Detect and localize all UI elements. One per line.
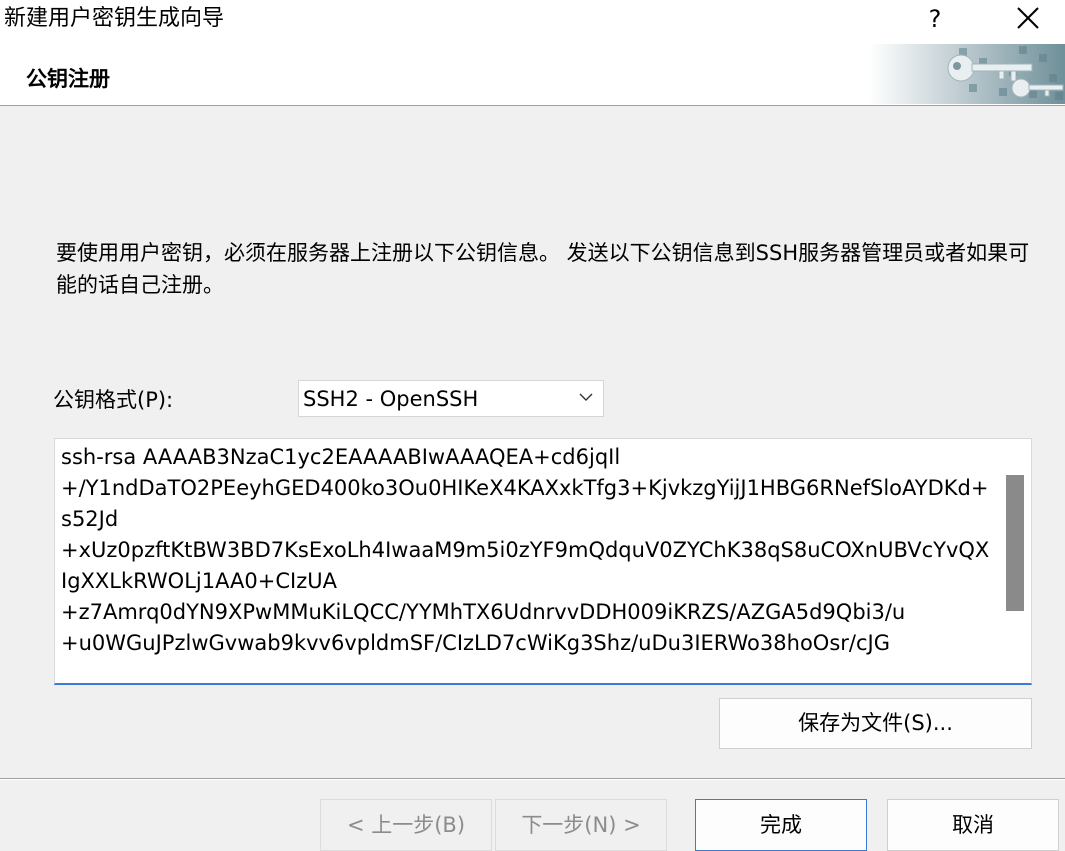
close-button[interactable]: [1004, 0, 1052, 38]
public-key-textarea[interactable]: ssh-rsa AAAAB3NzaC1yc2EAAAABIwAAAQEA+cd6…: [54, 438, 1032, 685]
keys-banner-image: [869, 44, 1065, 104]
instructions-text: 要使用用户密钥，必须在服务器上注册以下公钥信息。 发送以下公钥信息到SSH服务器…: [56, 241, 1030, 297]
wizard-window: 新建用户密钥生成向导 ? 公钥注册 要使用用户密钥，必须在服务器上注册以下公钥信…: [0, 0, 1065, 851]
finish-button[interactable]: 完成: [695, 799, 867, 851]
next-button[interactable]: 下一步(N) >: [495, 799, 667, 851]
wizard-header: 公钥注册: [0, 42, 1065, 106]
title-bar: 新建用户密钥生成向导 ?: [0, 0, 1065, 42]
help-button[interactable]: ?: [912, 0, 958, 38]
window-title: 新建用户密钥生成向导: [4, 6, 225, 31]
scrollbar-thumb[interactable]: [1006, 475, 1024, 611]
key-format-select[interactable]: SSH2 - OpenSSH: [298, 380, 604, 417]
back-button[interactable]: < 上一步(B): [320, 799, 492, 851]
cancel-button[interactable]: 取消: [887, 799, 1059, 851]
public-key-text[interactable]: ssh-rsa AAAAB3NzaC1yc2EAAAABIwAAAQEA+cd6…: [61, 442, 991, 659]
page-title: 公钥注册: [26, 67, 110, 91]
key-format-value: SSH2 - OpenSSH: [303, 387, 479, 411]
chevron-down-icon: [579, 393, 593, 401]
footer-separator: [0, 778, 1065, 780]
key-format-label: 公钥格式(P):: [53, 388, 174, 412]
close-icon: [1017, 7, 1039, 29]
save-as-file-button[interactable]: 保存为文件(S)...: [719, 698, 1032, 749]
